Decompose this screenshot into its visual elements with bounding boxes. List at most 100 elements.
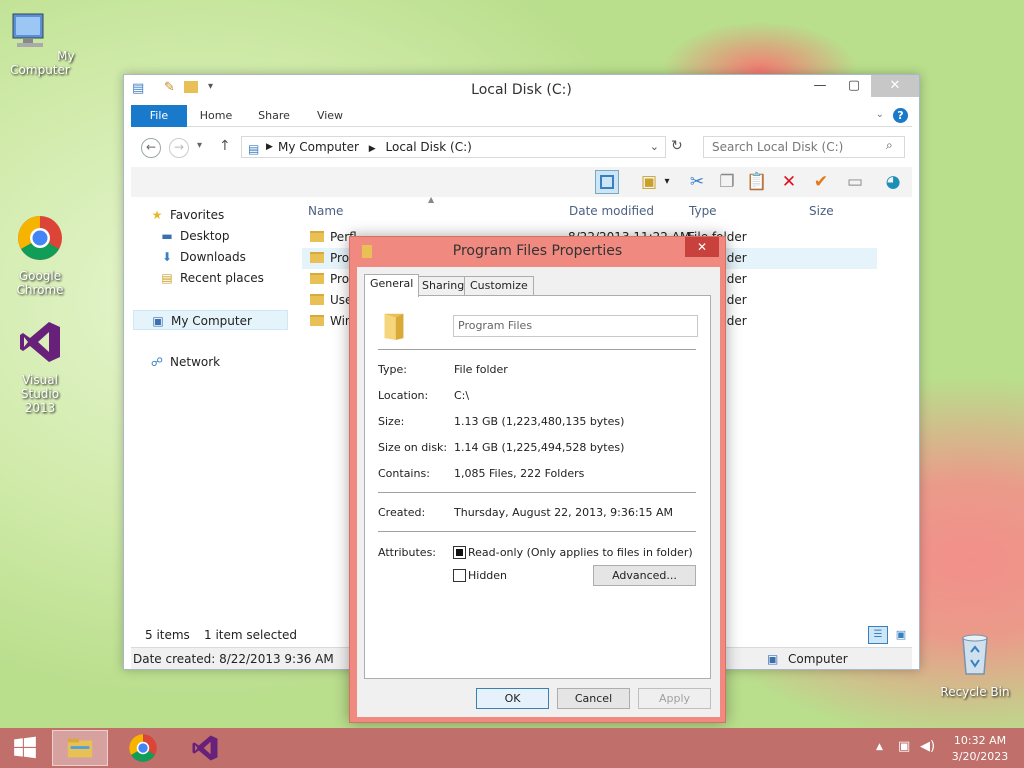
- back-button[interactable]: ←: [141, 138, 161, 158]
- read-only-label[interactable]: Read-only (Only applies to files in fold…: [468, 546, 693, 559]
- cut-icon[interactable]: ✂: [685, 170, 709, 194]
- folder-large-icon: [384, 313, 404, 340]
- paste-icon[interactable]: 📋: [745, 170, 769, 194]
- refresh-icon[interactable]: ↻: [671, 138, 683, 154]
- taskbar-file-explorer[interactable]: [52, 730, 108, 766]
- delete-icon[interactable]: ✕: [777, 170, 801, 194]
- maximize-button[interactable]: ▢: [837, 75, 871, 97]
- folder-icon: [310, 294, 324, 305]
- toolbar: ▣ ▾ ✂ ❐ 📋 ✕ ✔ ▭ ◕: [131, 167, 912, 197]
- recent-places-icon: ▤: [161, 271, 173, 285]
- dialog-title: Program Files Properties: [452, 243, 623, 259]
- desktop-icon-google-chrome[interactable]: Google Chrome: [0, 214, 80, 297]
- column-headers: Name ▲ Date modified Type Size: [304, 195, 883, 223]
- chrome-icon: [18, 216, 62, 260]
- column-name[interactable]: Name: [308, 204, 343, 218]
- forward-button[interactable]: →: [169, 138, 189, 158]
- nav-recent-places[interactable]: ▤ Recent places: [159, 268, 264, 288]
- size-on-disk-label: Size on disk:: [378, 441, 448, 454]
- start-button[interactable]: [0, 730, 50, 766]
- created-value: Thursday, August 22, 2013, 9:36:15 AM: [454, 506, 674, 519]
- downloads-icon: ⬇: [161, 250, 173, 264]
- preview-pane-icon[interactable]: [595, 170, 619, 194]
- close-button[interactable]: ✕: [871, 75, 919, 97]
- folder-options-dropdown-icon[interactable]: ▾: [661, 170, 673, 194]
- attributes-label: Attributes:: [378, 546, 437, 559]
- taskbar-visual-studio[interactable]: [177, 730, 233, 766]
- hidden-label[interactable]: Hidden: [468, 569, 507, 582]
- desktop-icon: ▬: [161, 229, 173, 243]
- breadcrumb-local-disk[interactable]: Local Disk (C:): [386, 140, 472, 154]
- nav-label: Downloads: [180, 250, 246, 264]
- tab-share[interactable]: Share: [253, 105, 295, 127]
- dialog-close-button[interactable]: ✕: [685, 237, 719, 257]
- volume-icon[interactable]: ◀): [920, 739, 935, 754]
- tab-home[interactable]: Home: [195, 105, 237, 127]
- tab-file[interactable]: File: [131, 105, 187, 127]
- folder-icon: [310, 315, 324, 326]
- up-button[interactable]: ↑: [219, 138, 231, 154]
- network-tray-icon[interactable]: ▣: [898, 739, 910, 754]
- windows-logo-icon: [14, 736, 36, 759]
- ribbon-expand-icon[interactable]: ⌄: [876, 109, 884, 120]
- column-date-modified[interactable]: Date modified: [569, 204, 654, 218]
- properties-dialog-icon[interactable]: ▭: [843, 170, 867, 194]
- column-type[interactable]: Type: [689, 204, 717, 218]
- clock[interactable]: 10:32 AM 3/20/2023: [950, 733, 1010, 765]
- size-value: 1.13 GB (1,223,480,135 bytes): [454, 415, 625, 428]
- read-only-checkbox[interactable]: [453, 546, 466, 559]
- folder-options-icon[interactable]: ▣: [637, 170, 661, 194]
- column-size[interactable]: Size: [809, 204, 834, 218]
- divider: [378, 492, 696, 493]
- folder-icon: [310, 273, 324, 284]
- tab-sharing[interactable]: Sharing: [416, 276, 471, 296]
- rename-check-icon[interactable]: ✔: [809, 170, 833, 194]
- advanced-button[interactable]: Advanced...: [593, 565, 696, 586]
- desktop-icon-label: Visual Studio 2013: [20, 373, 60, 415]
- show-hidden-icons-icon[interactable]: ▲: [876, 742, 883, 752]
- item-count: 5 items: [145, 628, 190, 642]
- cancel-button[interactable]: Cancel: [557, 688, 630, 709]
- nav-my-computer[interactable]: ▣ My Computer: [133, 310, 288, 330]
- hidden-checkbox[interactable]: [453, 569, 466, 582]
- tab-view[interactable]: View: [309, 105, 351, 127]
- search-icon[interactable]: ⌕: [886, 138, 893, 153]
- copy-icon[interactable]: ❐: [715, 170, 739, 194]
- general-panel: Program Files Type: File folder Location…: [364, 295, 711, 679]
- folder-icon: [310, 252, 324, 263]
- nav-downloads[interactable]: ⬇ Downloads: [159, 247, 246, 267]
- desktop-icon-visual-studio[interactable]: Visual Studio 2013: [0, 318, 80, 415]
- type-label: Type:: [378, 363, 407, 376]
- large-icons-view-icon[interactable]: ▣: [892, 626, 910, 644]
- explorer-title: Local Disk (C:): [471, 82, 572, 98]
- desktop-icon-recycle-bin[interactable]: Recycle Bin: [935, 630, 1015, 699]
- folder-icon: [310, 231, 324, 242]
- nav-favorites[interactable]: ★ Favorites: [149, 205, 225, 225]
- details-view-icon[interactable]: ☰: [868, 626, 888, 644]
- breadcrumb-my-computer[interactable]: My Computer: [278, 140, 359, 154]
- desktop-icon-label: Recycle Bin: [940, 685, 1010, 699]
- recent-locations-icon[interactable]: ▾: [197, 140, 202, 151]
- search-input[interactable]: Search Local Disk (C:): [703, 136, 905, 158]
- zone-computer: Computer: [788, 652, 848, 666]
- nav-network[interactable]: ☍ Network: [149, 352, 220, 372]
- desktop-icon-my-computer[interactable]: My Computer: [0, 8, 80, 77]
- tab-general[interactable]: General: [364, 274, 420, 297]
- apply-button[interactable]: Apply: [638, 688, 711, 709]
- computer-icon: [12, 13, 44, 47]
- address-input[interactable]: ▤ ▶ My Computer ▶ Local Disk (C:) ⌄: [241, 136, 666, 158]
- minimize-button[interactable]: —: [803, 75, 837, 97]
- address-dropdown-icon[interactable]: ⌄: [650, 137, 659, 157]
- folder-name-input[interactable]: Program Files: [453, 315, 698, 337]
- selected-count: 1 item selected: [204, 628, 298, 642]
- ok-button[interactable]: OK: [476, 688, 549, 709]
- type-value: File folder: [454, 363, 508, 376]
- taskbar-chrome[interactable]: [115, 730, 171, 766]
- ribbon-tabs: File Home Share View ⌄ ?: [131, 105, 912, 127]
- explorer-titlebar[interactable]: ▤ ✎ ▾ Local Disk (C:) — ▢ ✕: [124, 75, 919, 105]
- globe-icon[interactable]: ◕: [881, 170, 905, 194]
- help-icon[interactable]: ?: [893, 108, 908, 123]
- nav-desktop[interactable]: ▬ Desktop: [159, 226, 229, 246]
- properties-dialog[interactable]: Program Files Properties ✕ General Shari…: [349, 236, 726, 723]
- tab-customize[interactable]: Customize: [464, 276, 534, 296]
